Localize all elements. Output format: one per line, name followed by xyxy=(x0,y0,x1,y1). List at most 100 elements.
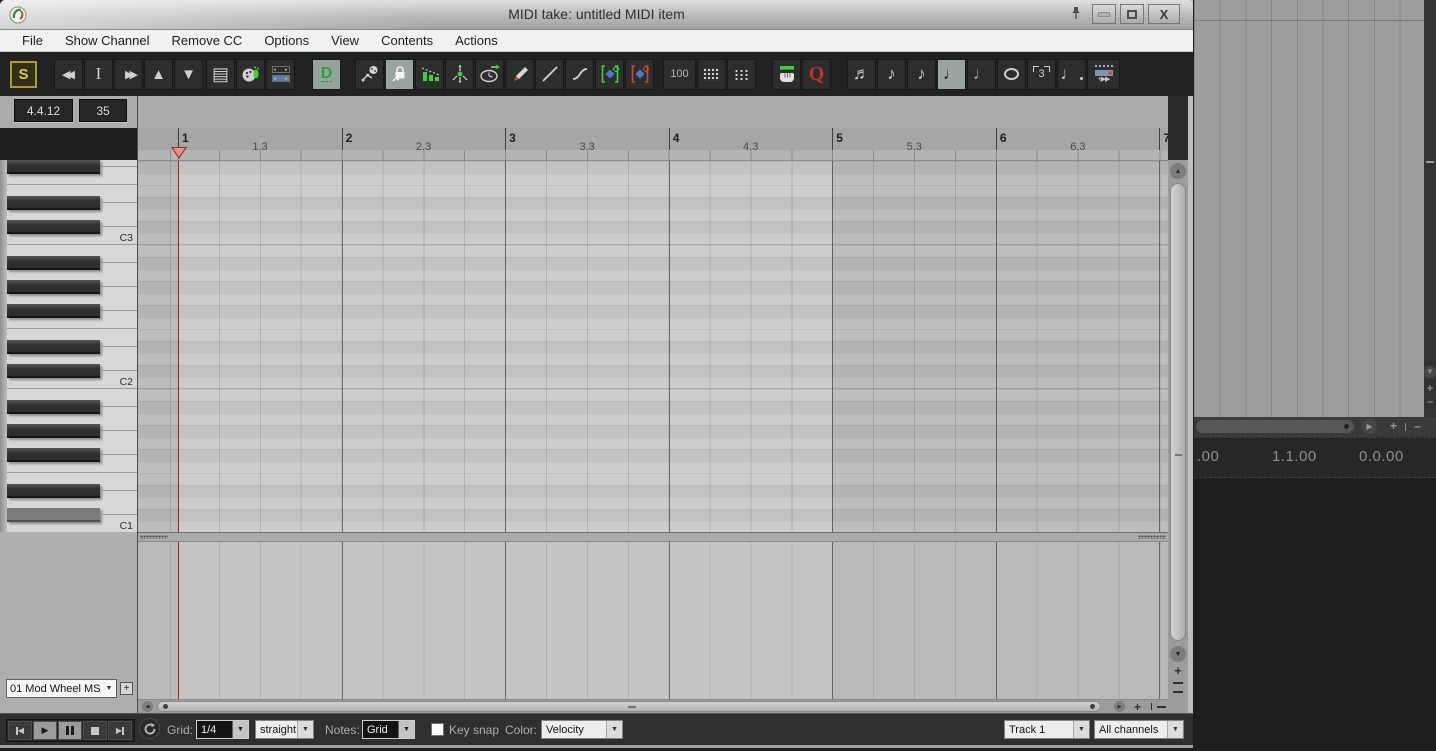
arrange-scroll-right-button[interactable]: ▶ xyxy=(1362,419,1377,434)
titlebar[interactable]: MIDI take: untitled MIDI item X xyxy=(0,0,1193,30)
arrange-hscrollbar[interactable]: ▶ + – xyxy=(1194,417,1436,437)
step-forward-button[interactable]: ▶▶ xyxy=(114,58,143,90)
arrange-zoom-out-button[interactable]: – xyxy=(1410,419,1425,434)
cc-lane-selector[interactable]: 01 Mod Wheel MS ▼ xyxy=(6,679,117,698)
step-back-button[interactable]: ◀◀ xyxy=(54,58,83,90)
scroll-up-button[interactable]: ▲ xyxy=(1170,163,1186,179)
select-cc-events-button[interactable] xyxy=(355,58,384,90)
move-down-button[interactable]: ▼ xyxy=(174,58,203,90)
s-mode-button[interactable]: S xyxy=(10,60,37,88)
cc-ramp-bars-button[interactable] xyxy=(415,58,444,90)
lane-splitter[interactable] xyxy=(138,532,1168,542)
piano-black-key[interactable] xyxy=(7,220,100,234)
curve-tool-button[interactable] xyxy=(565,58,594,90)
channel-select[interactable]: All channels ▼ xyxy=(1094,720,1184,739)
arrange-zoom-in-button[interactable]: + xyxy=(1386,419,1401,434)
main-transport[interactable]: .00 1.1.00 0.0.00 xyxy=(1194,437,1436,478)
line-tool-button[interactable] xyxy=(535,58,564,90)
piano-black-key[interactable] xyxy=(7,304,100,318)
scroll-right-button[interactable]: ▶ xyxy=(1114,701,1125,712)
hscroll-thumb[interactable] xyxy=(157,701,1101,712)
arrange-hscroll-thumb[interactable] xyxy=(1196,420,1354,433)
quantize-strength-button[interactable]: 100 xyxy=(663,58,696,90)
scroll-left-button[interactable]: ◀ xyxy=(142,701,153,712)
menu-show-channel[interactable]: Show Channel xyxy=(54,33,161,48)
scroll-down-button[interactable]: ▼ xyxy=(1170,646,1186,662)
menu-view[interactable]: View xyxy=(320,33,370,48)
note-length-half-button[interactable]: ♩ xyxy=(967,58,996,90)
zoom-in-button[interactable]: + xyxy=(1168,663,1188,678)
horizontal-scrollbar[interactable]: ◀ ▶ + xyxy=(138,700,1188,714)
linear-ramp-cc-button[interactable] xyxy=(595,58,624,90)
piano-black-key[interactable] xyxy=(7,280,100,294)
vertical-scrollbar[interactable]: ▲ ▼ + xyxy=(1168,160,1188,700)
scroll-menu-button[interactable]: ▼ xyxy=(1424,366,1436,378)
pencil-tool-button[interactable] xyxy=(505,58,534,90)
splitter-grip-left[interactable] xyxy=(140,535,168,539)
menu-options[interactable]: Options xyxy=(253,33,320,48)
minimize-button[interactable] xyxy=(1092,4,1116,24)
spread-events-button[interactable] xyxy=(445,58,474,90)
piano-black-key[interactable] xyxy=(7,448,100,462)
cc-lane-grid[interactable] xyxy=(138,542,1168,700)
note-length-quarter-button[interactable]: ♩ xyxy=(937,58,966,90)
arrange-view[interactable] xyxy=(1194,0,1424,417)
insert-cursor-button[interactable]: I xyxy=(84,58,113,90)
add-cc-lane-button[interactable]: + xyxy=(120,682,133,695)
menu-file[interactable]: File xyxy=(11,33,54,48)
maximize-button[interactable] xyxy=(1120,4,1144,24)
note-triplet-button[interactable]: 3 xyxy=(1027,58,1056,90)
color-mode-select[interactable]: Velocity ▼ xyxy=(541,720,623,739)
repeat-button[interactable] xyxy=(139,718,160,739)
swing-grid-button[interactable] xyxy=(727,58,756,90)
pause-button[interactable] xyxy=(58,721,82,740)
key-snap-checkbox[interactable] xyxy=(431,723,444,736)
splitter-grip[interactable] xyxy=(1426,161,1434,163)
stop-button[interactable] xyxy=(83,721,107,740)
quantize-grid-button[interactable] xyxy=(697,58,726,90)
dock-window-button[interactable]: D xyxy=(312,58,341,90)
position-bar-beat-display[interactable]: 4.4.12 xyxy=(14,99,73,122)
zoom-out-vertical-button[interactable]: – xyxy=(1424,396,1436,408)
note-length-sixteenth-button[interactable]: ♬ xyxy=(847,58,876,90)
step-insert-button[interactable]: +▶▶ xyxy=(1087,58,1120,90)
note-length-select[interactable]: Grid ▼ xyxy=(362,720,415,739)
note-grid[interactable] xyxy=(138,160,1168,532)
piano-black-key[interactable] xyxy=(7,400,100,414)
zoom-in-vertical-button[interactable]: + xyxy=(1424,383,1436,395)
time-format-button[interactable] xyxy=(475,58,504,90)
piano-black-key[interactable] xyxy=(7,484,100,498)
color-notes-button[interactable] xyxy=(236,58,265,90)
note-length-eighth-button[interactable]: ♪ xyxy=(877,58,906,90)
piano-black-key[interactable] xyxy=(7,508,100,522)
cc-edit-lock-button[interactable] xyxy=(385,58,414,90)
close-button[interactable]: X xyxy=(1148,4,1180,24)
vscroll-thumb[interactable] xyxy=(1170,183,1186,641)
menu-remove-cc[interactable]: Remove CC xyxy=(161,33,254,48)
cc-lane-combo-button[interactable]: ◂ ▸ ◂ ▸ xyxy=(266,58,295,90)
note-dotted-button[interactable]: ♩ xyxy=(1057,58,1086,90)
menu-contents[interactable]: Contents xyxy=(370,33,444,48)
curved-ramp-cc-button[interactable] xyxy=(625,58,654,90)
hzoom-out-button[interactable] xyxy=(1157,706,1166,708)
zoom-out-button[interactable] xyxy=(1173,682,1183,684)
note-length-whole-button[interactable] xyxy=(997,58,1026,90)
note-length-eighth-alt-button[interactable]: ♪ xyxy=(907,58,936,90)
velocity-hand-button[interactable] xyxy=(772,58,801,90)
hzoom-in-button[interactable]: + xyxy=(1134,700,1141,714)
piano-black-key[interactable] xyxy=(7,424,100,438)
edit-cursor-marker[interactable] xyxy=(171,147,187,159)
zoom-out-button2[interactable] xyxy=(1173,691,1183,693)
pin-button[interactable] xyxy=(1064,4,1088,24)
event-list-view-button[interactable]: ▤ xyxy=(206,58,235,90)
swing-select[interactable]: straight ▼ xyxy=(255,720,314,739)
piano-black-key[interactable] xyxy=(7,256,100,270)
track-select[interactable]: Track 1 ▼ xyxy=(1004,720,1090,739)
position-value-display[interactable]: 35 xyxy=(79,99,127,122)
play-button[interactable]: ▶ xyxy=(33,721,57,740)
menu-actions[interactable]: Actions xyxy=(444,33,509,48)
go-to-start-button[interactable]: ◀ xyxy=(8,721,32,740)
piano-black-key[interactable] xyxy=(7,160,100,174)
splitter-grip-right[interactable] xyxy=(1138,535,1166,539)
piano-black-key[interactable] xyxy=(7,364,100,378)
